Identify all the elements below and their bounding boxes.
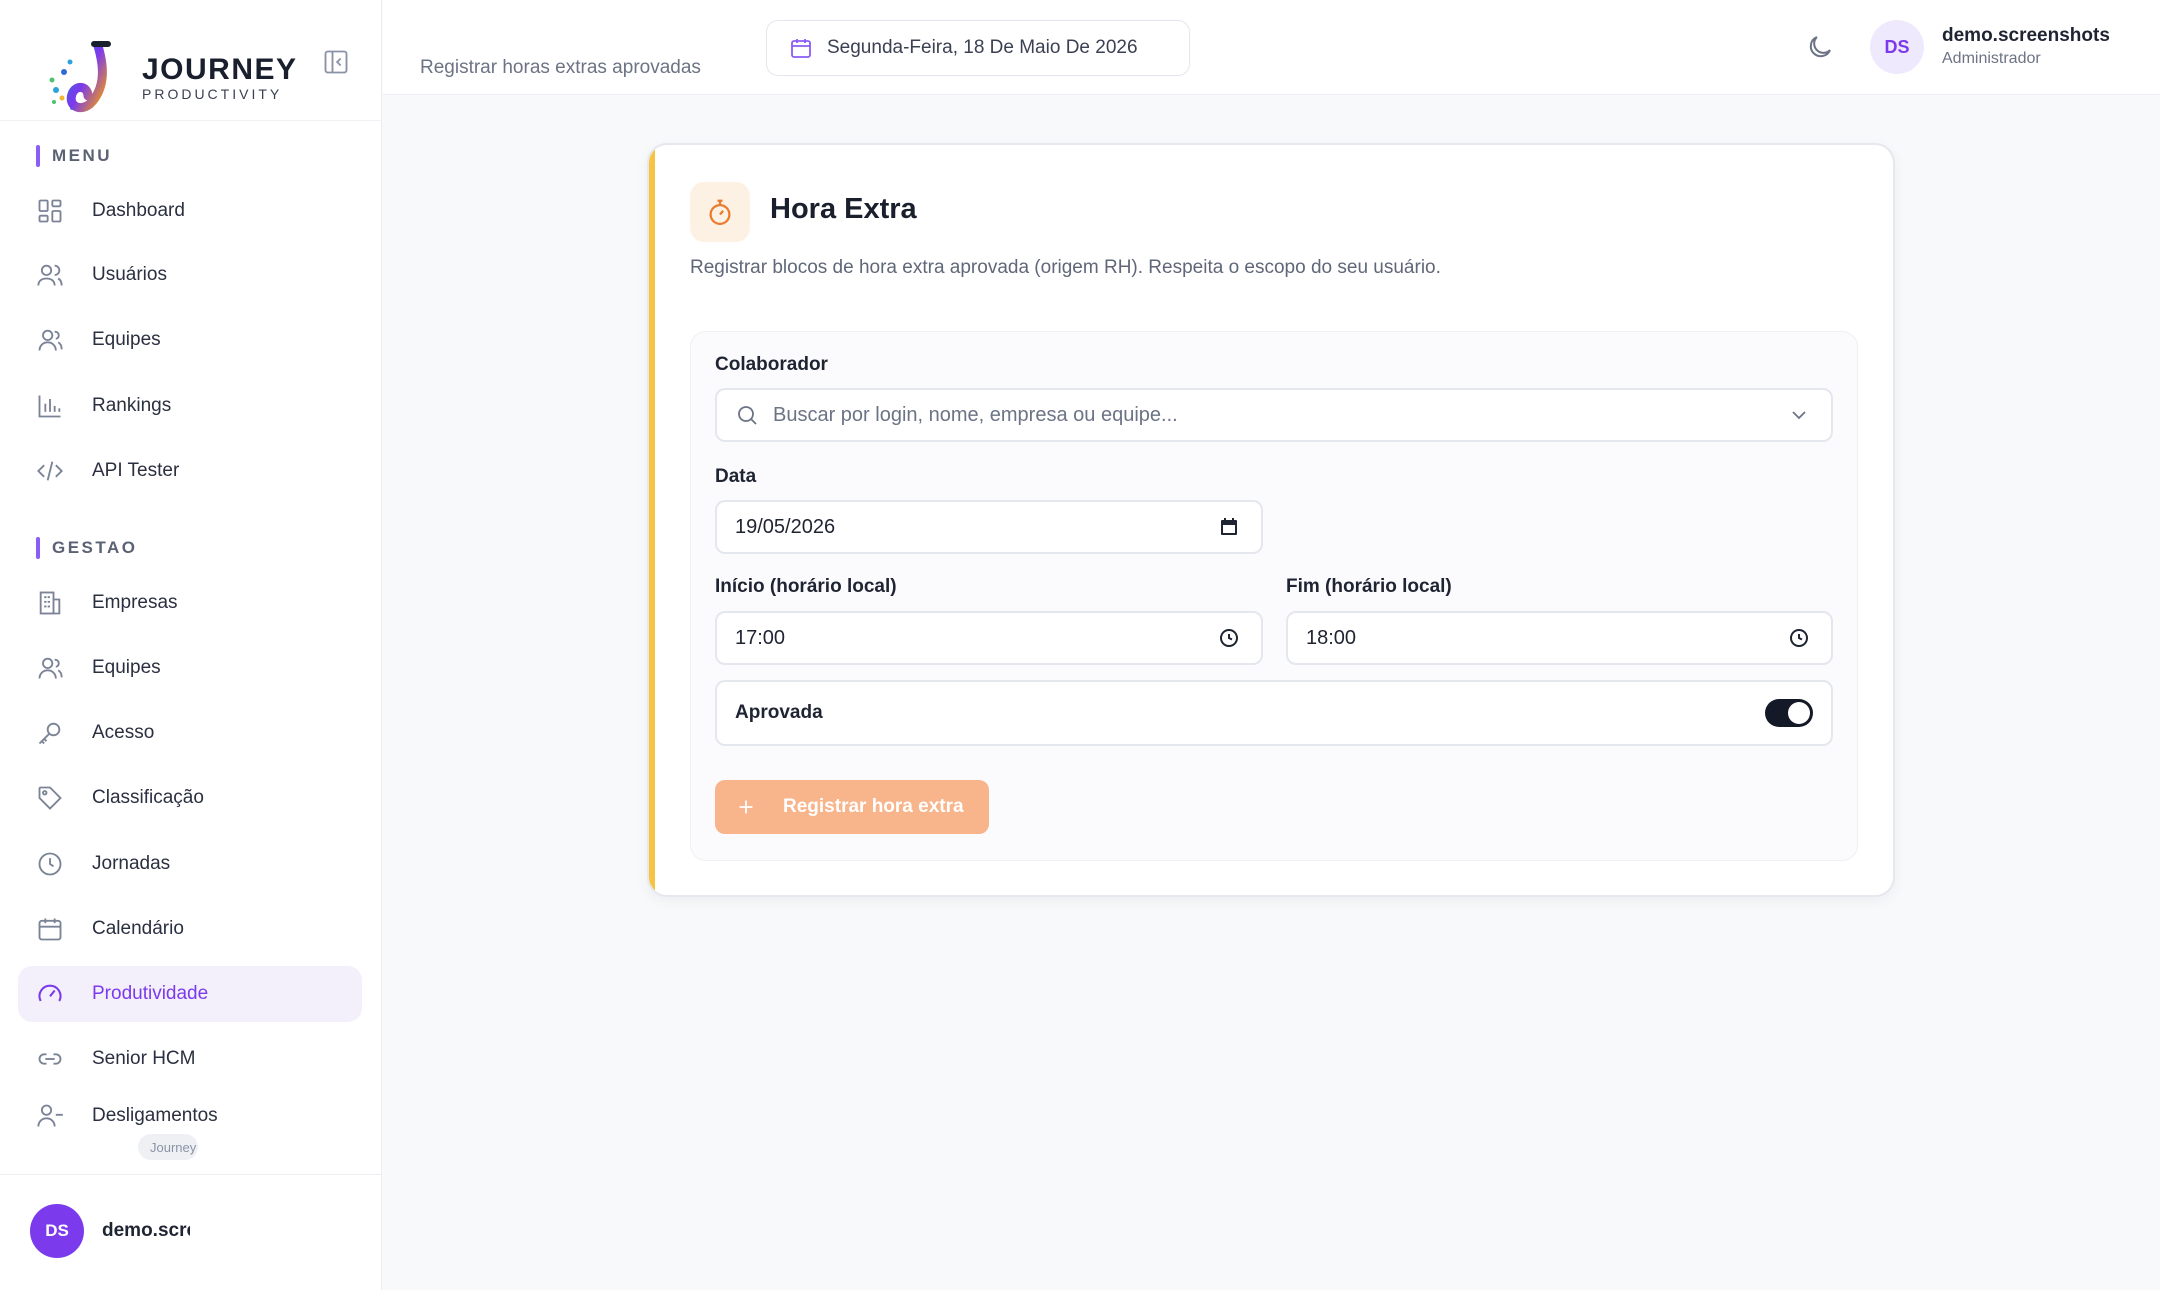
sidebar-item-label: Senior HCM — [92, 1048, 196, 1069]
sidebar-item-label: Equipes — [92, 657, 161, 678]
start-time-value: 17:00 — [735, 626, 786, 649]
code-icon — [37, 461, 63, 481]
start-time-label: Início (horário local) — [715, 576, 897, 597]
start-time-input[interactable]: 17:00 — [715, 611, 1263, 665]
current-date-text: Segunda-Feira, 18 De Maio De 2026 — [827, 37, 1138, 58]
header-user-menu[interactable]: DS demo.screenshots Administrador — [1870, 20, 2110, 74]
sidebar-item-equipes[interactable]: Equipes — [18, 312, 362, 368]
approved-label: Aprovada — [735, 702, 823, 723]
sidebar-item-label: Acesso — [92, 722, 155, 743]
user-minus-icon — [37, 1104, 63, 1127]
card-description: Registrar blocos de hora extra aprovada … — [690, 257, 1441, 278]
link-icon — [38, 1053, 62, 1065]
avatar: DS — [30, 1204, 84, 1258]
clock-icon — [38, 852, 62, 876]
collaborator-placeholder: Buscar por login, nome, empresa ou equip… — [773, 403, 1178, 426]
clock-icon[interactable] — [1787, 626, 1811, 650]
sidebar-item-label: Desligamentos — [92, 1105, 218, 1126]
end-time-input[interactable]: 18:00 — [1286, 611, 1833, 665]
theme-toggle-button[interactable] — [1805, 32, 1835, 62]
date-label: Data — [715, 466, 757, 487]
clock-icon[interactable] — [1217, 626, 1241, 650]
sidebar-item-label: Produtividade — [92, 983, 209, 1004]
search-icon — [738, 406, 757, 425]
sidebar-item-label: Rankings — [92, 395, 172, 416]
register-overtime-label: Registrar hora extra — [783, 796, 964, 817]
panel-collapse-icon — [324, 50, 348, 74]
brand-logo[interactable]: JOURNEY PRODUCTIVITY — [42, 30, 332, 120]
sidebar-footer-divider — [0, 1174, 382, 1175]
section-label-menu: MENU — [36, 145, 112, 167]
register-overtime-button[interactable]: Registrar hora extra — [715, 780, 989, 834]
calendar-icon — [791, 39, 811, 58]
sidebar-item-jornadas[interactable]: Jornadas — [18, 836, 362, 892]
users-icon — [37, 264, 63, 286]
sidebar-item-label: Dashboard — [92, 200, 185, 221]
sidebar-item-label: Usuários — [92, 264, 167, 285]
sidebar-item-label: Empresas — [92, 592, 178, 613]
page-title: Hora Extra — [770, 193, 917, 225]
date-input[interactable]: 19/05/2026 — [715, 500, 1263, 554]
team-icon — [38, 657, 63, 679]
calendar-picker-icon[interactable] — [1217, 515, 1241, 539]
sidebar-user-name: demo.screenshots — [102, 1220, 190, 1241]
top-header: Registrar horas extras aprovadas Segunda… — [383, 0, 2160, 95]
header-user-name: demo.screenshots — [1942, 25, 2110, 46]
brand-tagline: PRODUCTIVITY — [142, 86, 283, 102]
collaborator-label: Colaborador — [715, 354, 828, 375]
team-icon — [38, 329, 63, 351]
avatar: DS — [1870, 20, 1924, 74]
building-icon — [39, 591, 61, 615]
sidebar: JOURNEY PRODUCTIVITY MENU Dashboard Usuá… — [0, 0, 382, 1290]
stopwatch-icon — [709, 199, 731, 225]
sidebar-item-classificacao[interactable]: Classificação — [18, 770, 362, 826]
sidebar-item-desligamentos[interactable]: Desligamentos — [18, 1096, 362, 1136]
page-subtitle: Registrar horas extras aprovadas — [420, 57, 701, 78]
version-badge: Journey — [138, 1134, 198, 1160]
tag-icon — [38, 786, 62, 810]
calendar-icon — [38, 918, 62, 941]
gauge-icon — [38, 984, 62, 1002]
sidebar-item-api-tester[interactable]: API Tester — [18, 443, 362, 499]
sidebar-item-acesso[interactable]: Acesso — [18, 705, 362, 761]
sidebar-item-label: Jornadas — [92, 853, 171, 874]
approved-toggle[interactable] — [1765, 699, 1813, 727]
sidebar-item-rankings[interactable]: Rankings — [18, 378, 362, 434]
sidebar-item-empresas[interactable]: Empresas — [18, 575, 362, 631]
key-icon — [38, 722, 61, 745]
section-label-gestao: GESTAO — [36, 537, 138, 559]
chevron-down-icon[interactable] — [1787, 403, 1811, 427]
sidebar-item-equipes-gestao[interactable]: Equipes — [18, 640, 362, 696]
brand-divider — [0, 120, 382, 121]
sidebar-item-usuarios[interactable]: Usuários — [18, 247, 362, 303]
header-user-role: Administrador — [1942, 50, 2041, 67]
sidebar-item-senior-hcm[interactable]: Senior HCM — [18, 1031, 362, 1087]
date-value: 19/05/2026 — [735, 515, 836, 538]
end-time-label: Fim (horário local) — [1286, 576, 1452, 597]
end-time-value: 18:00 — [1306, 626, 1357, 649]
current-date-badge: Segunda-Feira, 18 De Maio De 2026 — [766, 20, 1190, 76]
sidebar-item-dashboard[interactable]: Dashboard — [18, 183, 362, 239]
sidebar-item-label: Equipes — [92, 329, 161, 350]
sidebar-item-label: Calendário — [92, 918, 184, 939]
card-icon-badge — [690, 182, 750, 242]
approved-row: Aprovada — [715, 680, 1833, 746]
overtime-card: Hora Extra Registrar blocos de hora extr… — [647, 143, 1895, 897]
grid-icon — [38, 199, 62, 223]
sidebar-item-produtividade[interactable]: Produtividade — [18, 966, 362, 1022]
bar-chart-icon — [38, 395, 61, 418]
sidebar-collapse-button[interactable] — [322, 48, 350, 76]
sidebar-item-label: API Tester — [92, 460, 180, 481]
moon-icon — [1809, 36, 1831, 58]
plus-icon — [739, 800, 753, 814]
toggle-knob — [1788, 702, 1810, 724]
collaborator-search-select[interactable]: Buscar por login, nome, empresa ou equip… — [715, 388, 1833, 442]
journey-logo-icon — [49, 41, 111, 113]
sidebar-item-label: Classificação — [92, 787, 204, 808]
sidebar-user-profile[interactable]: DS demo.screenshots — [30, 1204, 190, 1258]
sidebar-item-calendario[interactable]: Calendário — [18, 901, 362, 957]
brand-name: JOURNEY — [142, 53, 298, 86]
overtime-form: Colaborador Buscar por login, nome, empr… — [690, 331, 1858, 861]
